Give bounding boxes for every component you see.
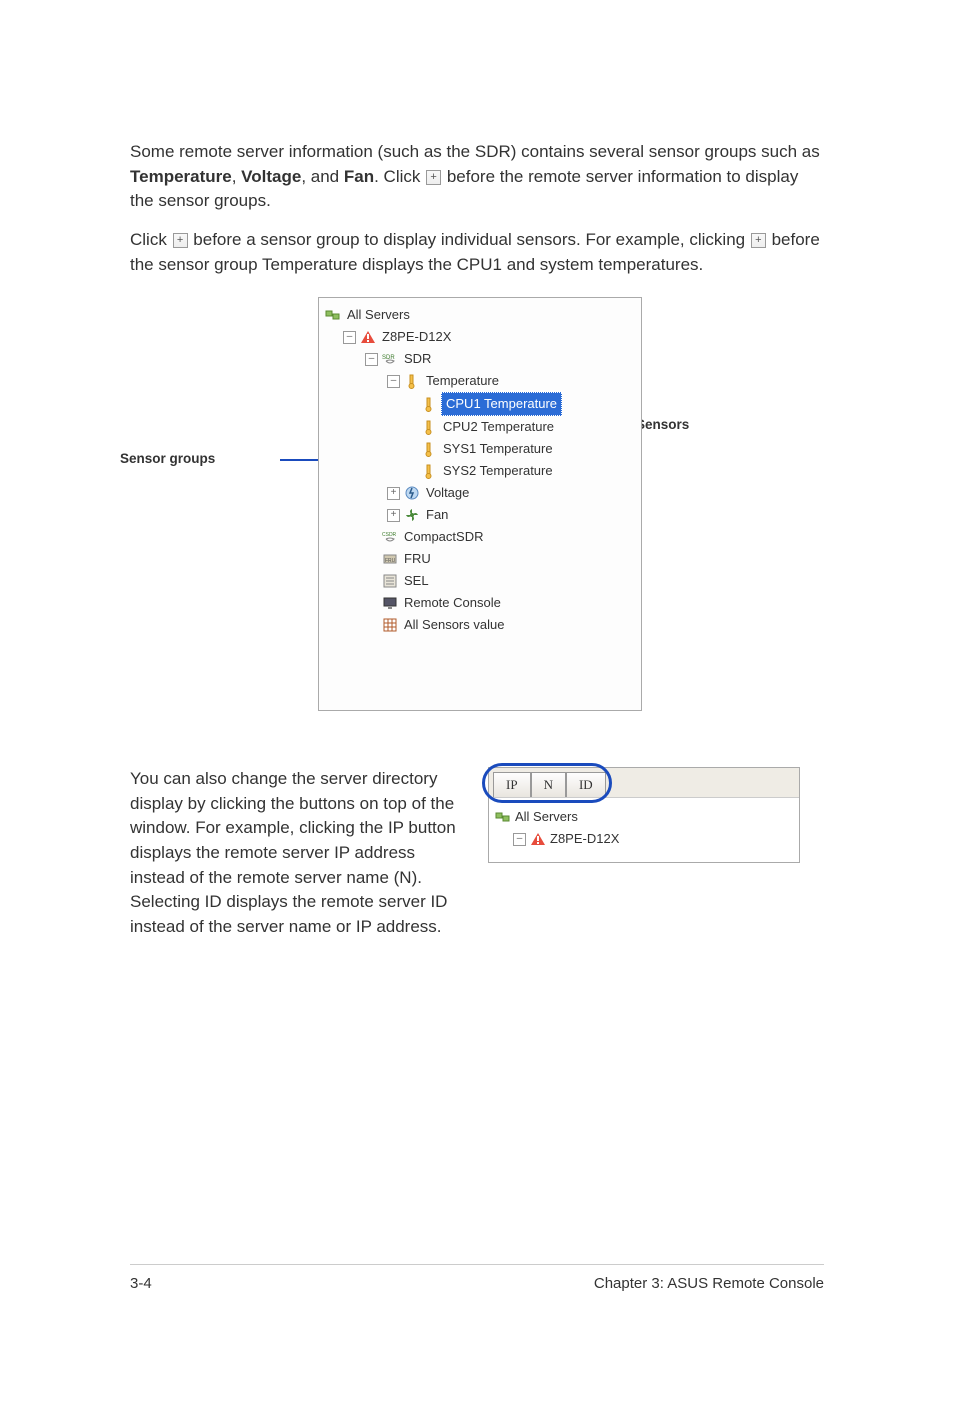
warning-icon <box>530 831 546 847</box>
tree-label: All Servers <box>345 304 412 326</box>
expand-icon[interactable]: + <box>387 487 400 500</box>
tree-label: SYS2 Temperature <box>441 460 555 482</box>
tree-label: Z8PE-D12X <box>550 828 619 850</box>
tree-label: SDR <box>402 348 433 370</box>
tree-label: All Servers <box>515 806 578 828</box>
expand-icon[interactable]: + <box>387 509 400 522</box>
tab-content: All Servers – Z8PE-D12X <box>489 798 799 862</box>
tree-sys2-temp[interactable]: SYS2 Temperature <box>325 460 635 482</box>
tree-sys1-temp[interactable]: SYS1 Temperature <box>325 438 635 460</box>
grid-icon <box>382 617 398 633</box>
tree-diagram: Sensor groups Sensors All Servers – Z8PE… <box>130 297 824 727</box>
tree-label: Fan <box>424 504 450 526</box>
tab-id[interactable]: ID <box>566 772 606 797</box>
tree-label: FRU <box>402 548 433 570</box>
servers-icon <box>495 809 511 825</box>
chapter-title: Chapter 3: ASUS Remote Console <box>594 1275 824 1292</box>
tree-cpu1-temp[interactable]: CPU1 Temperature <box>325 392 635 416</box>
connector-line <box>280 459 318 461</box>
tree-sdr[interactable]: – SDR SDR <box>325 348 635 370</box>
tree-remote-console[interactable]: Remote Console <box>325 592 635 614</box>
tree-fan[interactable]: + Fan <box>325 504 635 526</box>
tree-label: Voltage <box>424 482 471 504</box>
svg-text:CSDR: CSDR <box>382 532 397 538</box>
tab-bar: IP N ID <box>489 768 799 798</box>
text: Click <box>130 230 172 249</box>
fan-icon <box>404 507 420 523</box>
text-fan: Fan <box>344 167 374 186</box>
collapse-icon[interactable]: – <box>387 375 400 388</box>
tree-server-small[interactable]: – Z8PE-D12X <box>495 828 793 850</box>
tree-cpu2-temp[interactable]: CPU2 Temperature <box>325 416 635 438</box>
tree-label: SEL <box>402 570 431 592</box>
thermometer-icon <box>421 463 437 479</box>
tree-root-small[interactable]: All Servers <box>495 806 793 828</box>
csdr-icon: CSDR <box>382 529 398 545</box>
tree-root[interactable]: All Servers <box>325 304 635 326</box>
fru-icon: FRU <box>382 551 398 567</box>
page-footer: 3-4 Chapter 3: ASUS Remote Console <box>130 1264 824 1342</box>
thermometer-icon <box>404 373 420 389</box>
tree-all-sensors[interactable]: All Sensors value <box>325 614 635 636</box>
paragraph-2: Click + before a sensor group to display… <box>130 228 824 277</box>
tab-n[interactable]: N <box>531 772 566 797</box>
warning-icon <box>360 329 376 345</box>
label-sensor-groups: Sensor groups <box>120 451 215 466</box>
sdr-icon: SDR <box>382 351 398 367</box>
text: . Click <box>374 167 425 186</box>
text: , <box>232 167 241 186</box>
tree-label: Temperature <box>424 370 501 392</box>
servers-icon <box>325 307 341 323</box>
page-number: 3-4 <box>130 1275 152 1292</box>
monitor-icon <box>382 595 398 611</box>
svg-text:FRU: FRU <box>385 558 396 564</box>
tree-label-selected: CPU1 Temperature <box>441 392 562 416</box>
collapse-icon[interactable]: – <box>513 833 526 846</box>
tab-panel: IP N ID All Servers – Z8PE-D12X <box>488 767 800 863</box>
sel-icon <box>382 573 398 589</box>
paragraph-3: You can also change the server directory… <box>130 767 460 939</box>
tree-label: CPU2 Temperature <box>441 416 556 438</box>
tree-label: Remote Console <box>402 592 503 614</box>
thermometer-icon <box>421 441 437 457</box>
label-sensors: Sensors <box>636 417 689 432</box>
text-voltage: Voltage <box>241 167 301 186</box>
tree-voltage[interactable]: + Voltage <box>325 482 635 504</box>
tree-label: All Sensors value <box>402 614 506 636</box>
tree-server[interactable]: – Z8PE-D12X <box>325 326 635 348</box>
thermometer-icon <box>421 396 437 412</box>
tree-label: Z8PE-D12X <box>380 326 453 348</box>
tree-compactsdr[interactable]: CSDR CompactSDR <box>325 526 635 548</box>
tab-ip[interactable]: IP <box>493 772 531 797</box>
collapse-icon[interactable]: – <box>343 331 356 344</box>
tree-label: SYS1 Temperature <box>441 438 555 460</box>
tree-panel: All Servers – Z8PE-D12X – SDR SDR – Temp… <box>318 297 642 711</box>
tree-temperature[interactable]: – Temperature <box>325 370 635 392</box>
thermometer-icon <box>421 419 437 435</box>
tree-fru[interactable]: FRU FRU <box>325 548 635 570</box>
text-temperature: Temperature <box>130 167 232 186</box>
paragraph-1: Some remote server information (such as … <box>130 140 824 214</box>
text: Some remote server information (such as … <box>130 142 820 161</box>
tree-sel[interactable]: SEL <box>325 570 635 592</box>
expand-icon: + <box>173 233 188 248</box>
expand-icon: + <box>751 233 766 248</box>
collapse-icon[interactable]: – <box>365 353 378 366</box>
text: , and <box>301 167 344 186</box>
text: before a sensor group to display individ… <box>189 230 750 249</box>
bottom-section: You can also change the server directory… <box>130 767 824 953</box>
voltage-icon <box>404 485 420 501</box>
expand-icon: + <box>426 170 441 185</box>
tree-label: CompactSDR <box>402 526 485 548</box>
